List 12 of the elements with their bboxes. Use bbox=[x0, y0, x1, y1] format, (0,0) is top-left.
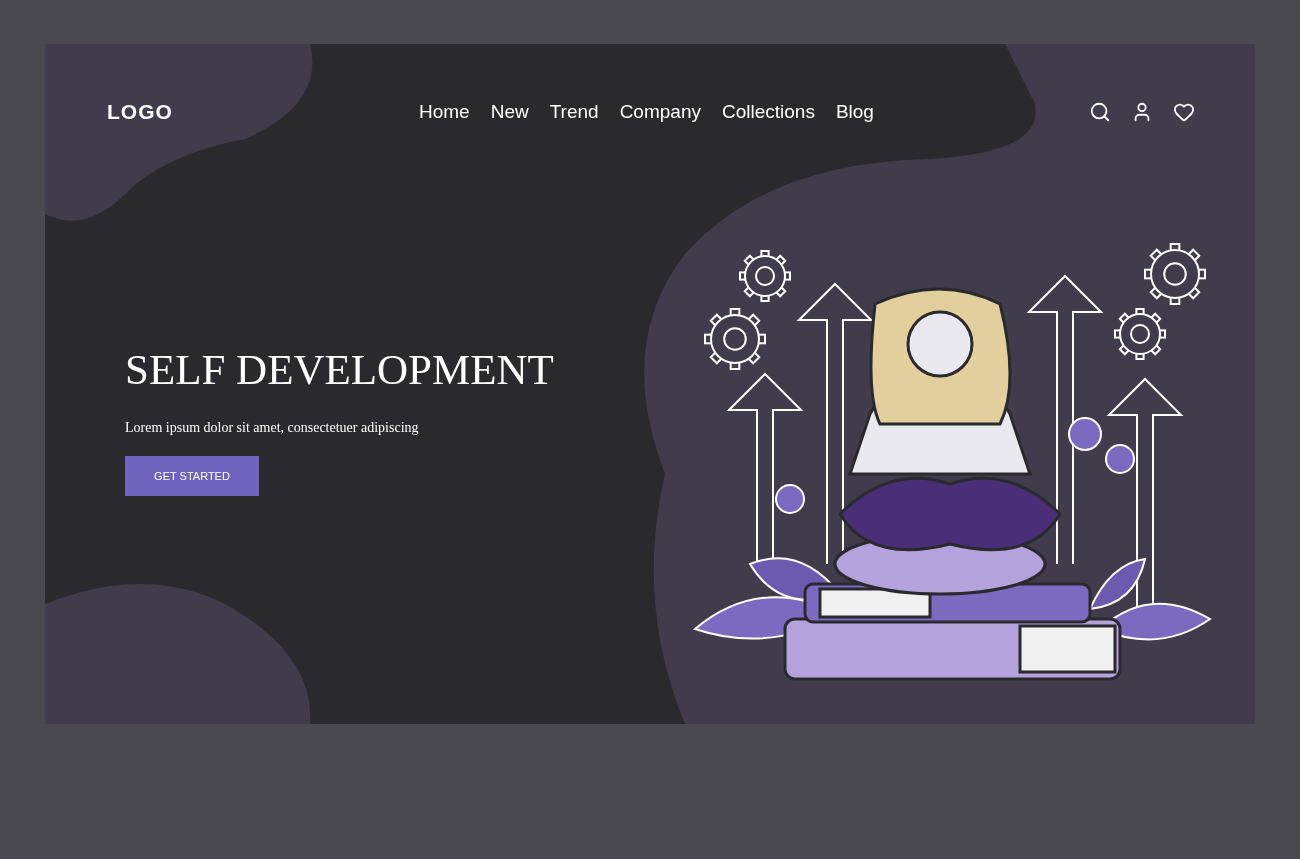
nav-link[interactable]: Blog bbox=[835, 97, 874, 127]
get-started-button[interactable]: GET STARTED bbox=[125, 456, 259, 496]
nav-link[interactable]: Collections bbox=[721, 97, 815, 127]
search-icon[interactable] bbox=[1089, 101, 1111, 123]
nav-link[interactable]: Home bbox=[419, 97, 470, 127]
hero-subtitle: Lorem ipsum dolor sit amet, consectetuer adipiscing bbox=[125, 419, 420, 437]
logo-text: LOGO bbox=[107, 99, 174, 126]
nav-link[interactable]: Trend bbox=[549, 97, 599, 127]
heart-icon[interactable] bbox=[1173, 101, 1195, 123]
hero-title: SELF DEVELOPMENT bbox=[125, 348, 555, 391]
nav-link[interactable]: New bbox=[490, 97, 529, 127]
nav-link[interactable]: Company bbox=[619, 97, 701, 127]
